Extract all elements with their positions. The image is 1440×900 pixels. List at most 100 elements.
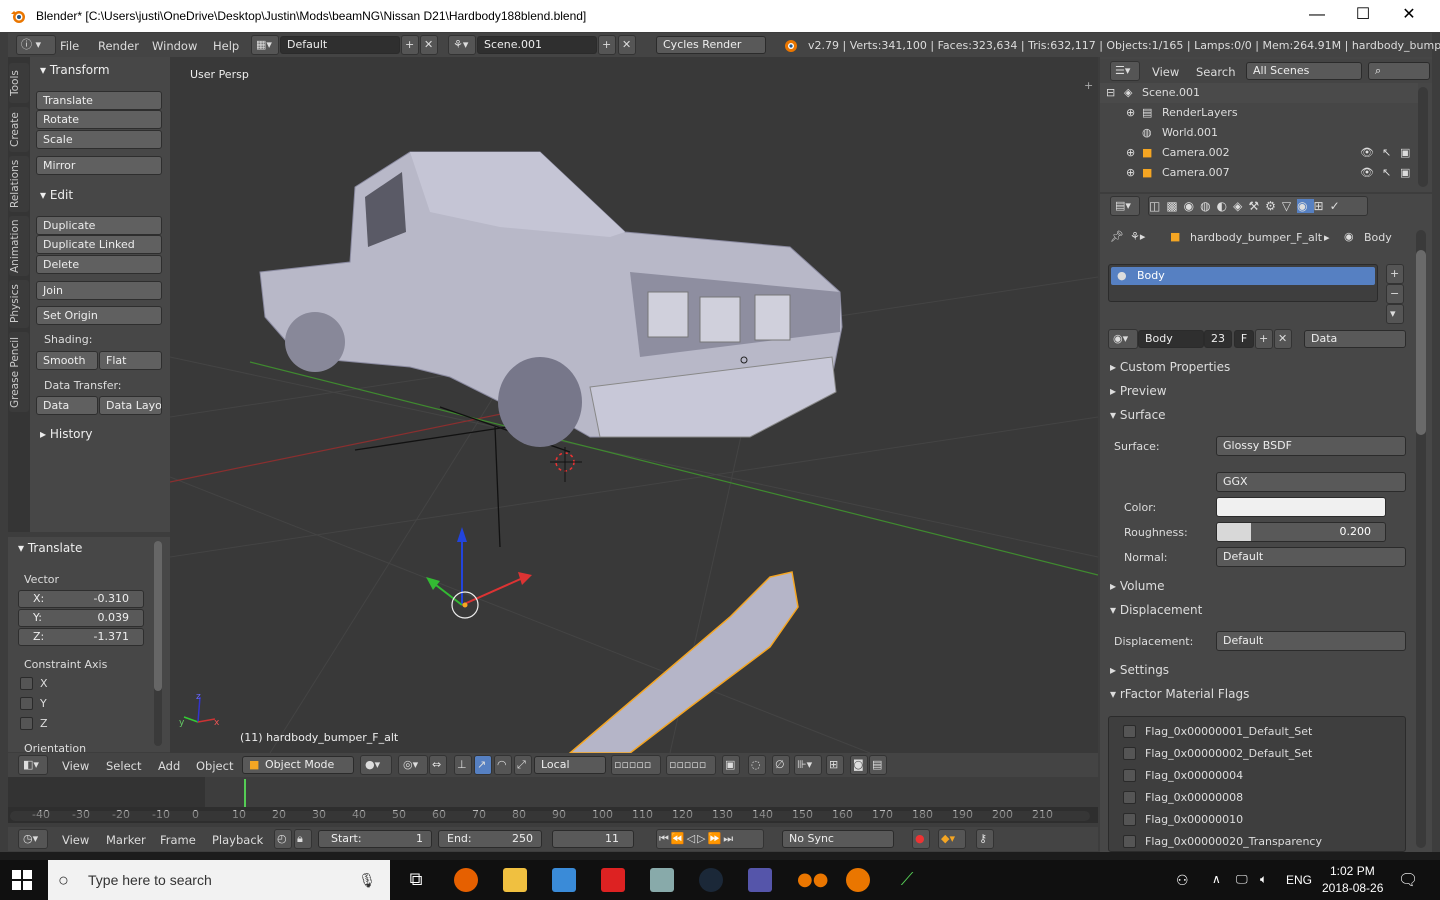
editor-type-3d-icon[interactable]: ◧▾ (18, 755, 48, 775)
outliner-menu-view[interactable]: View (1152, 65, 1179, 79)
remove-screen-button[interactable]: ✕ (420, 35, 438, 55)
constraint-x-checkbox[interactable] (20, 677, 33, 690)
render-still-icon[interactable]: ◙ (850, 755, 868, 775)
snap-toggle-icon[interactable]: ∅ (772, 755, 790, 775)
pivot-point-icon[interactable]: ◎▾ (398, 755, 428, 775)
roughness-slider[interactable]: 0.200 (1216, 522, 1386, 542)
material-tab-icon[interactable]: ◉ (1297, 199, 1314, 213)
flag-checkbox[interactable] (1123, 791, 1136, 804)
tab-relations[interactable]: Relations (9, 156, 29, 212)
tab-create[interactable]: Create (9, 107, 29, 152)
app-window-icon[interactable] (552, 868, 576, 892)
proportional-edit-icon[interactable]: ◌ (748, 755, 766, 775)
transform-manipulator[interactable] (426, 527, 532, 619)
end-frame-field[interactable]: End: 250 (438, 830, 542, 848)
fake-user-toggle[interactable]: F (1234, 330, 1254, 348)
material-slot-item[interactable]: ● Body (1111, 267, 1375, 285)
add-scene-button[interactable]: + (598, 35, 616, 55)
pin-icon[interactable]: 📌︎ (1110, 230, 1124, 243)
set-origin-select[interactable]: Set Origin (36, 306, 162, 325)
rotate-button[interactable]: Rotate (36, 110, 162, 129)
surface-shader-select[interactable]: Glossy BSDF (1216, 436, 1406, 456)
vector-x-field[interactable]: X: -0.310 (18, 590, 144, 608)
keying-set-icon[interactable]: ◆▾ (938, 829, 966, 849)
material-slot-list[interactable]: ● Body (1108, 264, 1378, 302)
transform-orientation-select[interactable]: Local (534, 756, 606, 774)
microphone-icon[interactable]: 🎙︎ (358, 860, 376, 900)
duplicate-linked-button[interactable]: Duplicate Linked (36, 235, 162, 254)
menu-window[interactable]: Window (152, 39, 197, 53)
tab-grease-pencil[interactable]: Grease Pencil (9, 332, 29, 412)
outliner-search-input[interactable]: ⌕ (1368, 62, 1430, 80)
outliner-scrollbar[interactable] (1418, 87, 1428, 187)
manipulator-icon[interactable]: ⊥ (454, 755, 472, 775)
outliner-row-renderlayers[interactable]: ⊕ ▤ RenderLayers (1100, 103, 1418, 123)
lock-range-icon[interactable]: 🔒︎ (294, 829, 312, 849)
flag-checkbox[interactable] (1123, 747, 1136, 760)
snap-target-icon[interactable]: ⊞ (826, 755, 844, 775)
distribution-select[interactable]: GGX (1216, 472, 1406, 492)
menu-render[interactable]: Render (98, 39, 139, 53)
viewport-scene[interactable]: z y x (170, 57, 1098, 753)
renderable-camera-icon[interactable]: ▣ (1400, 163, 1410, 183)
manipulator-toggle-icon[interactable]: ⇔ (429, 755, 447, 775)
selected-bumper-mesh[interactable] (568, 571, 799, 753)
flag-checkbox[interactable] (1123, 769, 1136, 782)
editor-type-properties-icon[interactable]: ▤▾ (1110, 196, 1140, 216)
menu-help[interactable]: Help (213, 39, 239, 53)
render-engine-select[interactable]: Cycles Render (656, 36, 766, 54)
preview-range-icon[interactable]: ◴ (274, 829, 292, 849)
lock-layer-icon[interactable]: ▣ (722, 755, 740, 775)
layers-group-1[interactable]: ▫▫▫▫▫ (611, 755, 661, 775)
clock-time[interactable]: 1:02 PM (1330, 864, 1375, 878)
duplicate-button[interactable]: Duplicate (36, 216, 162, 235)
menu-select[interactable]: Select (106, 759, 141, 773)
selectable-cursor-icon[interactable]: ↖ (1382, 163, 1391, 183)
remove-scene-button[interactable]: ✕ (618, 35, 636, 55)
maximize-button[interactable]: ☐ (1340, 4, 1386, 28)
task-view-icon[interactable]: ⧉ (404, 868, 428, 892)
renderable-camera-icon[interactable]: ▣ (1400, 143, 1410, 163)
rotate-manipulator-icon[interactable]: ◠ (494, 755, 512, 775)
data-transfer-button[interactable]: Data (36, 396, 98, 415)
firefox-icon[interactable] (454, 868, 478, 892)
taskbar-search-box[interactable]: ○ Type here to search 🎙︎ (48, 860, 390, 900)
menu-marker[interactable]: Marker (106, 833, 146, 847)
flag-checkbox[interactable] (1123, 725, 1136, 738)
tab-physics[interactable]: Physics (9, 280, 29, 328)
editor-type-timeline-icon[interactable]: ◷▾ (18, 829, 48, 849)
menu-add[interactable]: Add (158, 759, 180, 773)
outliner-row-camera-002[interactable]: ⊕ ■ Camera.002 👁︎ ↖ ▣ (1100, 143, 1418, 163)
menu-playback[interactable]: Playback (212, 833, 263, 847)
color-swatch[interactable] (1216, 497, 1386, 517)
viewport-plus-icon[interactable]: + (1084, 79, 1093, 92)
editor-type-outliner-icon[interactable]: ☰▾ (1110, 61, 1140, 81)
flag-checkbox[interactable] (1123, 835, 1136, 848)
origin-dots-icon[interactable]: ●● (797, 868, 828, 892)
record-icon[interactable]: ● (912, 829, 930, 849)
editor-type-info-icon[interactable]: ⓘ ▾ (16, 35, 56, 55)
material-name-field[interactable]: Body (1138, 330, 1204, 348)
outliner-menu-search[interactable]: Search (1196, 65, 1236, 79)
constraint-z-checkbox[interactable] (20, 717, 33, 730)
current-frame-field[interactable]: 11 (552, 830, 634, 848)
normal-select[interactable]: Default (1216, 547, 1406, 567)
file-explorer-icon[interactable] (503, 868, 527, 892)
mode-select[interactable]: ■ Object Mode (242, 756, 354, 774)
viewport-shading-icon[interactable]: ●▾ (360, 755, 392, 775)
timeline-editor[interactable]: -40-30-20-100102030405060708090100110120… (8, 777, 1098, 827)
scale-button[interactable]: Scale (36, 130, 162, 149)
transform-panel-header[interactable]: ▾ Transform (30, 59, 170, 81)
visibility-eye-icon[interactable]: 👁︎ (1360, 163, 1374, 183)
material-users-count[interactable]: 23 (1204, 330, 1232, 348)
current-frame-indicator[interactable] (244, 779, 246, 807)
add-screen-button[interactable]: + (401, 35, 419, 55)
flat-button[interactable]: Flat (99, 351, 162, 370)
unlink-material-button[interactable]: ✕ (1274, 329, 1292, 349)
custom-properties-panel[interactable]: ▸ Custom Properties (1110, 357, 1410, 377)
outliner-row-scene[interactable]: ⊟ ◈ Scene.001 (1100, 83, 1418, 103)
snap-element-icon[interactable]: ⊪▾ (794, 755, 822, 775)
volume-panel[interactable]: ▸ Volume (1110, 576, 1410, 596)
operator-scrollbar[interactable] (154, 541, 162, 746)
editor-app-icon[interactable] (748, 868, 772, 892)
